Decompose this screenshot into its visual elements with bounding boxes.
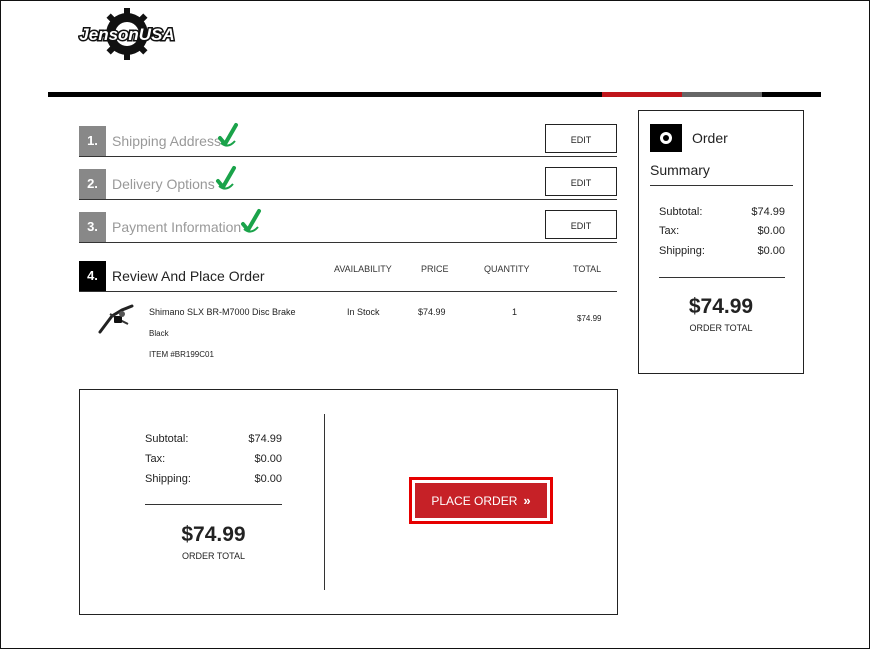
review-tax-label: Tax: (145, 453, 166, 465)
place-order-button[interactable]: PLACE ORDER » (415, 483, 547, 518)
step-number: 1. (79, 126, 106, 156)
vertical-divider (324, 414, 325, 590)
order-summary-icon (650, 124, 682, 152)
edit-payment-button[interactable]: EDIT (545, 210, 617, 239)
check-icon (216, 166, 236, 190)
summary-tax-value: $0.00 (757, 225, 785, 237)
product-total: $74.99 (577, 314, 602, 323)
product-item-number: ITEM #BR199C01 (149, 350, 214, 359)
place-order-panel: Subtotal: $74.99 Tax: $0.00 Shipping: $0… (79, 389, 618, 615)
price-header: PRICE (421, 264, 449, 274)
review-order-total-caption: ORDER TOTAL (181, 551, 245, 561)
logo-text: JensonUSA (79, 25, 174, 44)
review-order-total: $74.99 (181, 523, 246, 546)
step-shipping-address: 1. Shipping Address EDIT (79, 123, 617, 157)
order-summary-title-2: Summary (650, 162, 710, 178)
divider (145, 504, 282, 505)
progress-bar-segment (762, 92, 821, 97)
step-title: Payment Information (112, 219, 242, 235)
edit-shipping-button[interactable]: EDIT (545, 124, 617, 153)
divider (650, 185, 793, 186)
product-name[interactable]: Shimano SLX BR-M7000 Disc Brake (149, 307, 296, 317)
step-number: 4. (79, 261, 106, 291)
edit-delivery-button[interactable]: EDIT (545, 167, 617, 196)
quantity-header: QUANTITY (484, 264, 530, 274)
step-number: 2. (79, 169, 106, 199)
summary-tax-label: Tax: (659, 225, 680, 237)
order-summary-panel: Order Summary Subtotal: $74.99 Tax: $0.0… (638, 110, 804, 374)
product-price: $74.99 (418, 307, 446, 317)
step-title: Shipping Address (112, 133, 221, 149)
summary-order-total-caption: ORDER TOTAL (689, 323, 753, 333)
availability-header: AVAILABILITY (334, 264, 392, 274)
review-shipping-value: $0.00 (254, 473, 282, 485)
review-tax-value: $0.00 (254, 453, 282, 465)
order-summary-title: Order (692, 130, 728, 146)
step-delivery-options: 2. Delivery Options EDIT (79, 166, 617, 200)
place-order-label: PLACE ORDER (431, 493, 518, 508)
progress-bar-segment (602, 92, 682, 97)
step-title: Delivery Options (112, 176, 215, 192)
summary-subtotal-label: Subtotal: (659, 206, 703, 218)
step-number: 3. (79, 212, 106, 242)
double-chevron-right-icon: » (523, 493, 531, 508)
divider (659, 277, 785, 278)
summary-shipping-label: Shipping: (659, 245, 705, 257)
progress-bar-segment (682, 92, 762, 97)
review-shipping-label: Shipping: (145, 473, 191, 485)
step-payment-information: 3. Payment Information EDIT (79, 209, 617, 243)
product-quantity: 1 (512, 307, 518, 317)
check-icon (241, 209, 261, 233)
place-order-highlight: PLACE ORDER » (409, 477, 553, 524)
jensonusa-logo[interactable]: JensonUSA (78, 8, 176, 60)
summary-order-total: $74.99 (688, 295, 754, 318)
summary-subtotal-value: $74.99 (751, 206, 785, 218)
progress-bar-segment (48, 92, 602, 97)
product-availability: In Stock (347, 307, 380, 317)
total-header: TOTAL (573, 264, 602, 274)
check-icon (218, 123, 238, 147)
product-variant: Black (149, 329, 169, 338)
summary-shipping-value: $0.00 (757, 245, 785, 257)
review-subtotal-value: $74.99 (248, 433, 282, 445)
product-image[interactable] (96, 302, 136, 336)
review-subtotal-label: Subtotal: (145, 433, 189, 445)
step-title: Review And Place Order (112, 268, 265, 284)
